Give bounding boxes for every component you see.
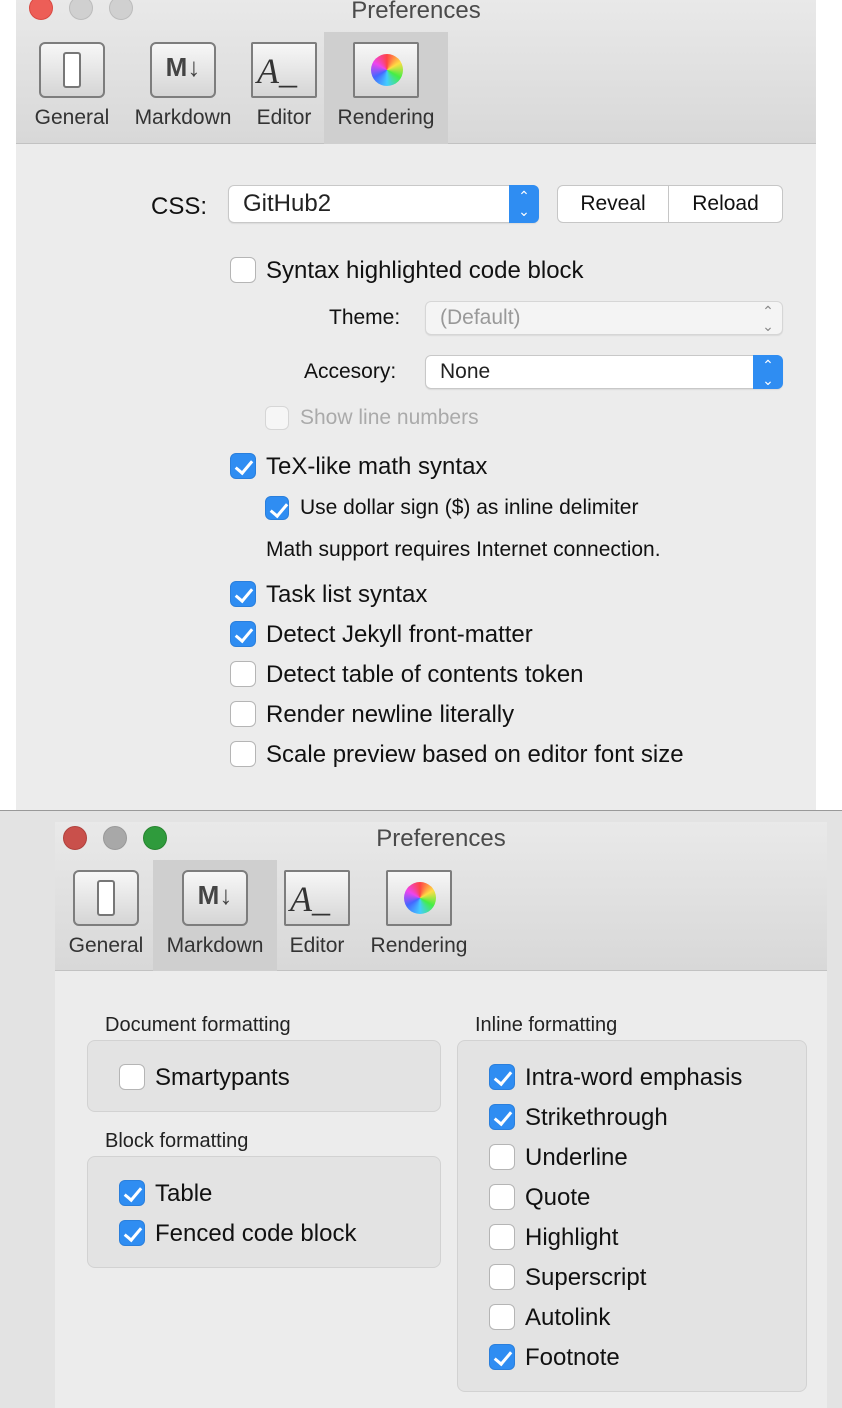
intra-word-checkbox[interactable] [489,1064,515,1090]
document-formatting-heading: Document formatting [105,1014,291,1036]
jekyll-label: Detect Jekyll front-matter [266,621,533,648]
chevron-updown-icon: ⌃ ⌄ [509,185,539,223]
inline-formatting-heading: Inline formatting [475,1014,618,1036]
tab-label: Editor [256,106,312,129]
tex-label: TeX-like math syntax [266,453,488,480]
table-checkbox[interactable] [119,1180,145,1206]
tab-rendering[interactable]: Rendering [359,860,479,971]
tab-label: Markdown [166,934,264,957]
tab-general[interactable]: General [26,32,118,144]
autolink-checkbox[interactable] [489,1304,515,1330]
footnote-checkbox[interactable] [489,1344,515,1370]
accessory-select[interactable]: None ⌃ ⌄ [425,355,783,389]
tex-checkbox[interactable] [230,453,256,479]
newline-checkbox[interactable] [230,701,256,727]
css-label: CSS: [151,193,208,220]
syntax-label: Syntax highlighted code block [266,257,584,284]
task-label: Task list syntax [266,581,428,608]
theme-label: Theme: [329,306,401,329]
editor-icon: A_ [284,870,350,926]
document-formatting-group: Smartypants [87,1040,441,1112]
tab-label: General [68,934,144,957]
highlight-label: Highlight [525,1224,619,1251]
quote-label: Quote [525,1184,591,1211]
scale-checkbox[interactable] [230,741,256,767]
css-select[interactable]: GitHub2 ⌃ ⌄ [228,185,539,223]
tab-editor[interactable]: A_ Editor [246,32,322,144]
tab-markdown[interactable]: M↓ Markdown [124,32,242,144]
task-checkbox[interactable] [230,581,256,607]
toolbar: Preferences General M↓ Markdown A_ Edito… [55,822,827,971]
chevron-updown-icon: ⌃ ⌄ [762,303,774,334]
toc-checkbox[interactable] [230,661,256,687]
line-numbers-checkbox[interactable] [265,406,289,430]
intra-word-label: Intra-word emphasis [525,1064,743,1091]
toc-label: Detect table of contents token [266,661,584,688]
chevron-updown-icon: ⌃ ⌄ [753,355,783,389]
newline-label: Render newline literally [266,701,515,728]
markdown-icon: M↓ [182,870,248,926]
strikethrough-label: Strikethrough [525,1104,668,1131]
syntax-checkbox[interactable] [230,257,256,283]
color-wheel-icon [386,870,452,926]
footnote-label: Footnote [525,1344,620,1371]
toolbar: Preferences General M↓ Markdown A_ Edito… [16,0,816,144]
reveal-button[interactable]: Reveal [557,185,669,223]
tab-label: Markdown [134,106,232,129]
fenced-code-label: Fenced code block [155,1220,357,1247]
tab-label: Rendering [337,106,435,129]
window-title: Preferences [351,0,481,24]
highlight-checkbox[interactable] [489,1224,515,1250]
tab-label: Rendering [370,934,468,957]
editor-icon: A_ [251,42,317,98]
line-numbers-label: Show line numbers [300,406,479,429]
dollar-label: Use dollar sign ($) as inline delimiter [300,496,639,519]
dollar-checkbox[interactable] [265,496,289,520]
underline-checkbox[interactable] [489,1144,515,1170]
fenced-code-checkbox[interactable] [119,1220,145,1246]
tab-markdown[interactable]: M↓ Markdown [153,860,277,971]
block-formatting-heading: Block formatting [105,1130,249,1152]
preferences-window-rendering: Preferences General M↓ Markdown A_ Edito… [16,0,816,810]
smartypants-label: Smartypants [155,1064,290,1091]
autolink-label: Autolink [525,1304,611,1331]
scale-label: Scale preview based on editor font size [266,741,684,768]
preferences-window-markdown: Preferences General M↓ Markdown A_ Edito… [55,822,827,1408]
markdown-icon: M↓ [150,42,216,98]
strikethrough-checkbox[interactable] [489,1104,515,1130]
switch-icon [73,870,139,926]
tab-general[interactable]: General [60,860,152,971]
underline-label: Underline [525,1144,628,1171]
math-note: Math support requires Internet connectio… [266,538,661,561]
tab-label: Editor [289,934,345,957]
accessory-value: None [440,360,491,383]
tab-rendering[interactable]: Rendering [324,32,448,144]
switch-icon [39,42,105,98]
color-wheel-icon [353,42,419,98]
superscript-label: Superscript [525,1264,647,1291]
tab-editor[interactable]: A_ Editor [279,860,355,971]
theme-select[interactable]: (Default) ⌃ ⌄ [425,301,783,335]
reload-button[interactable]: Reload [668,185,783,223]
smartypants-checkbox[interactable] [119,1064,145,1090]
block-formatting-group: Table Fenced code block [87,1156,441,1268]
tab-label: General [34,106,110,129]
theme-value: (Default) [440,306,521,329]
jekyll-checkbox[interactable] [230,621,256,647]
css-value: GitHub2 [243,190,332,217]
window-title: Preferences [376,825,506,852]
quote-checkbox[interactable] [489,1184,515,1210]
superscript-checkbox[interactable] [489,1264,515,1290]
accessory-label: Accesory: [304,360,397,383]
table-label: Table [155,1180,213,1207]
inline-formatting-group: Intra-word emphasis Strikethrough Underl… [457,1040,807,1392]
